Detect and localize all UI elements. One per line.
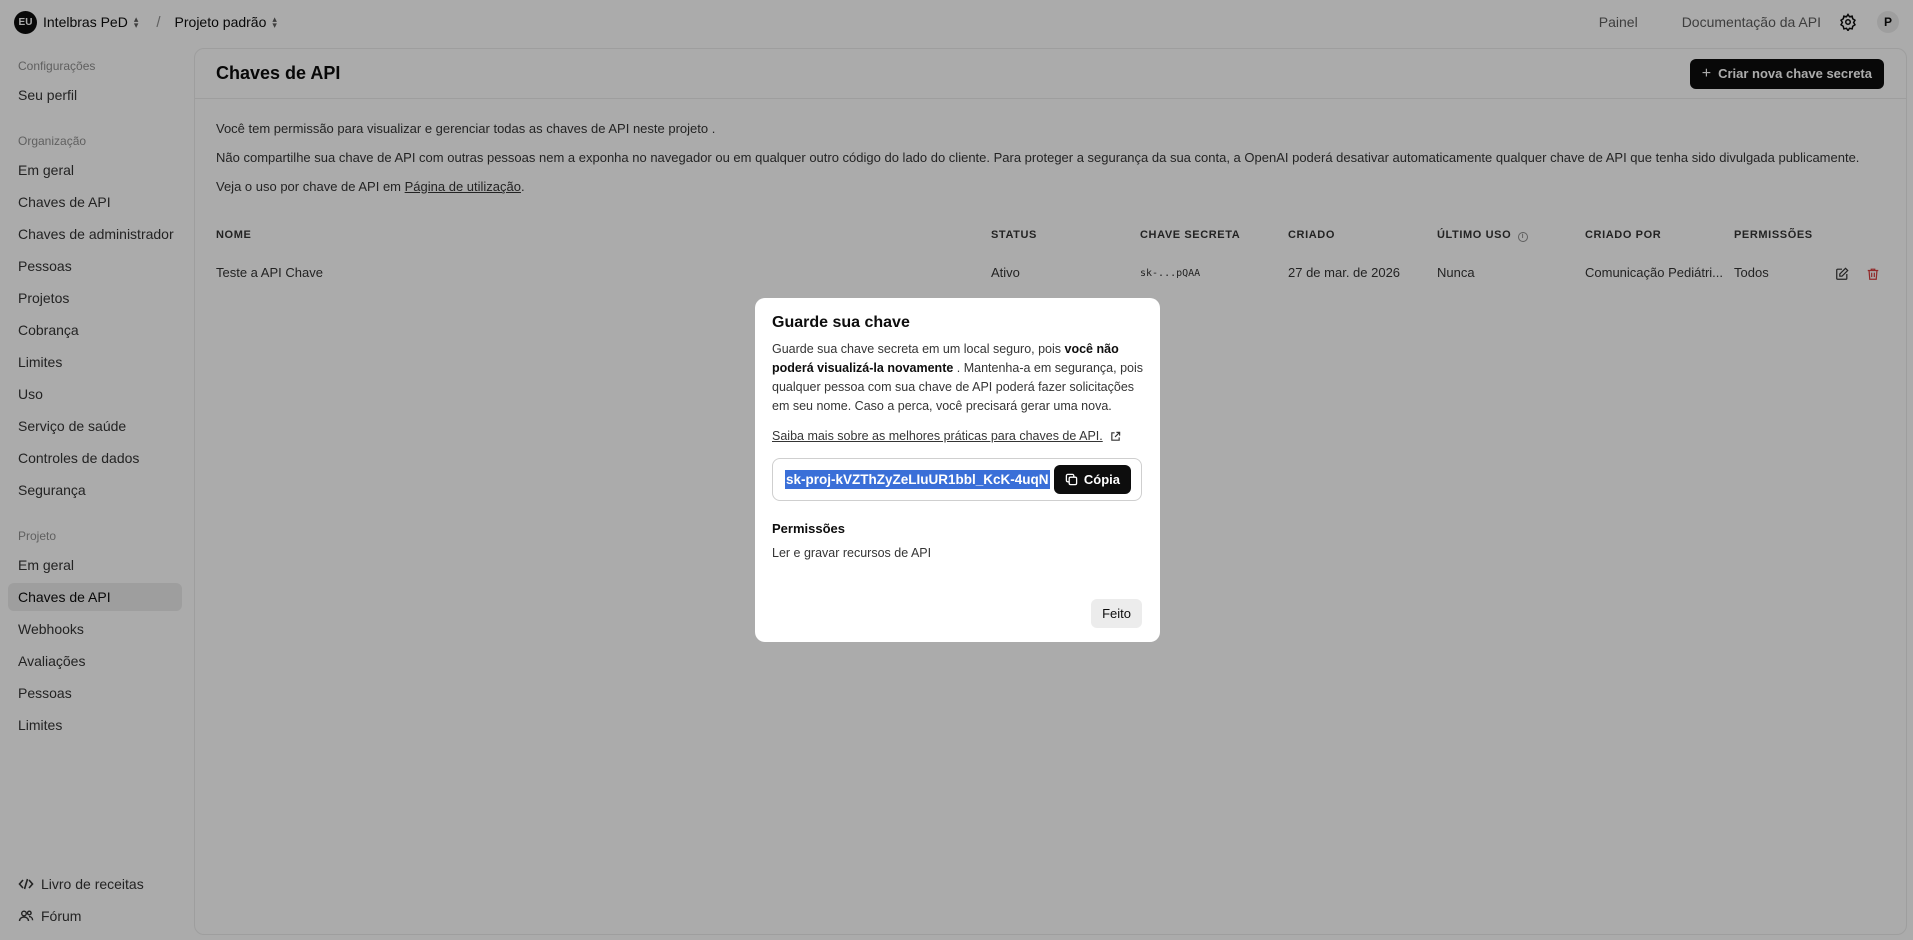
dialog-description-part-1: Guarde sua chave secreta em um local seg… (772, 342, 1065, 356)
save-key-dialog: Guarde sua chave Guarde sua chave secret… (755, 298, 1160, 642)
permissions-heading: Permissões (772, 521, 845, 536)
best-practices-link[interactable]: Saiba mais sobre as melhores práticas pa… (772, 429, 1143, 443)
secret-key-value[interactable]: sk-proj-kVZThZyZeLIuUR1bbl_KcK-4uqN (785, 470, 1050, 489)
copy-icon (1065, 473, 1078, 486)
secret-key-field[interactable]: sk-proj-kVZThZyZeLIuUR1bbl_KcK-4uqN Cópi… (772, 458, 1142, 501)
external-link-icon (1110, 431, 1120, 441)
permissions-value: Ler e gravar recursos de API (772, 546, 932, 560)
best-practices-label: Saiba mais sobre as melhores práticas pa… (772, 429, 1103, 443)
dialog-description: Guarde sua chave secreta em um local seg… (772, 340, 1143, 416)
copy-button[interactable]: Cópia (1053, 465, 1131, 494)
dialog-title: Guarde sua chave (772, 314, 910, 331)
copy-label: Cópia (1083, 472, 1120, 487)
done-button[interactable]: Feito (1091, 599, 1142, 628)
